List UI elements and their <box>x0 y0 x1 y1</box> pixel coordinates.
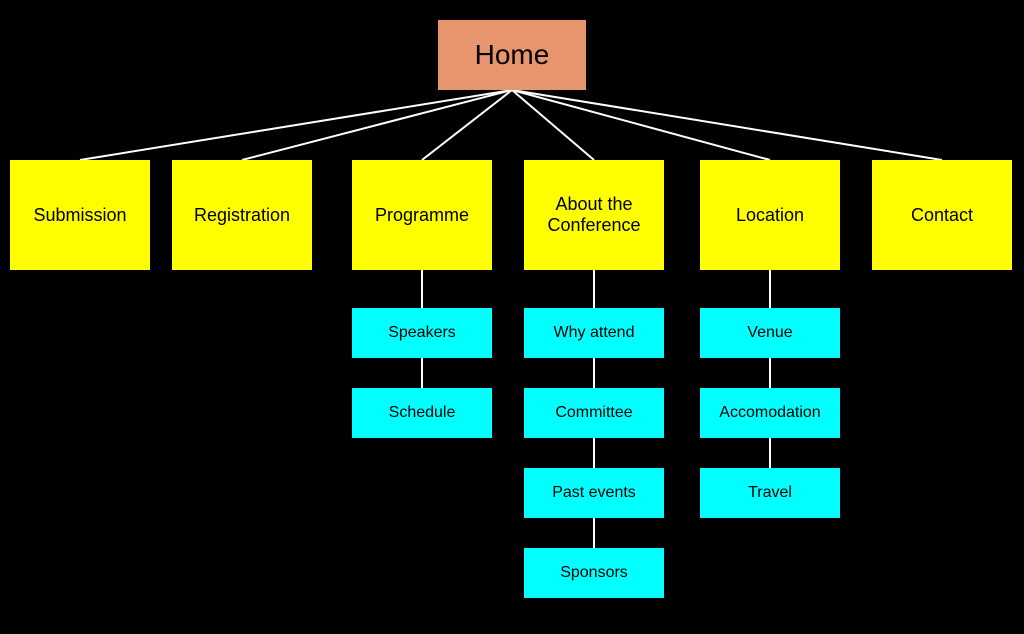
connector-lines <box>0 0 1024 634</box>
committee-label: Committee <box>555 404 632 422</box>
submission-label: Submission <box>33 205 126 226</box>
schedule-node[interactable]: Schedule <box>352 388 492 438</box>
home-label: Home <box>475 39 550 71</box>
registration-label: Registration <box>194 205 290 226</box>
about-node[interactable]: About the Conference <box>524 160 664 270</box>
speakers-label: Speakers <box>388 324 456 342</box>
venue-node[interactable]: Venue <box>700 308 840 358</box>
past-events-node[interactable]: Past events <box>524 468 664 518</box>
why-attend-label: Why attend <box>554 324 635 342</box>
why-attend-node[interactable]: Why attend <box>524 308 664 358</box>
past-events-label: Past events <box>552 484 636 502</box>
contact-node[interactable]: Contact <box>872 160 1012 270</box>
about-label: About the Conference <box>524 194 664 236</box>
travel-label: Travel <box>748 484 792 502</box>
contact-label: Contact <box>911 205 973 226</box>
submission-node[interactable]: Submission <box>10 160 150 270</box>
accomodation-node[interactable]: Accomodation <box>700 388 840 438</box>
committee-node[interactable]: Committee <box>524 388 664 438</box>
registration-node[interactable]: Registration <box>172 160 312 270</box>
sponsors-node[interactable]: Sponsors <box>524 548 664 598</box>
programme-node[interactable]: Programme <box>352 160 492 270</box>
venue-label: Venue <box>747 324 792 342</box>
location-node[interactable]: Location <box>700 160 840 270</box>
accomodation-label: Accomodation <box>719 404 820 422</box>
site-map-diagram: Home Submission Registration Programme A… <box>0 0 1024 634</box>
location-label: Location <box>736 205 804 226</box>
home-node[interactable]: Home <box>438 20 586 90</box>
sponsors-label: Sponsors <box>560 564 628 582</box>
speakers-node[interactable]: Speakers <box>352 308 492 358</box>
schedule-label: Schedule <box>389 404 456 422</box>
travel-node[interactable]: Travel <box>700 468 840 518</box>
programme-label: Programme <box>375 205 469 226</box>
